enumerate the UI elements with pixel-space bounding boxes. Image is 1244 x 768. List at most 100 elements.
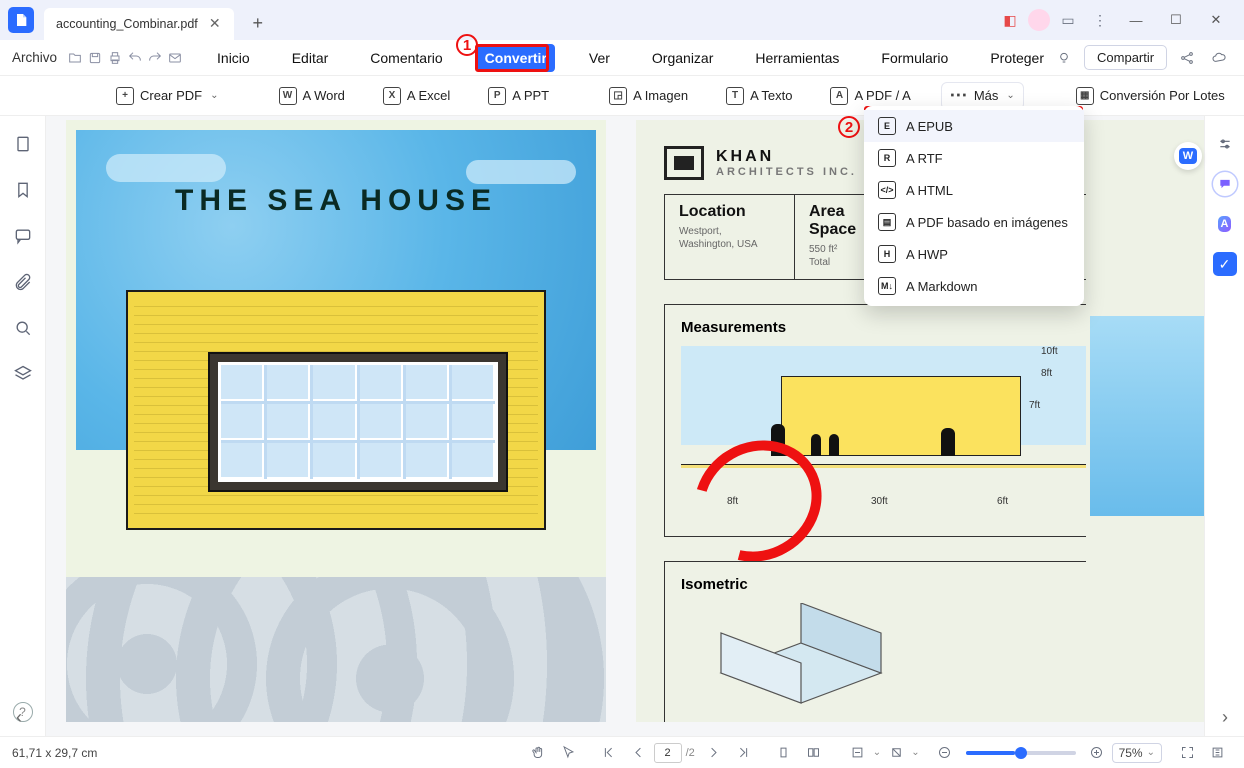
tab-comentario[interactable]: Comentario	[362, 44, 450, 72]
comment-icon[interactable]: ▭	[1054, 6, 1082, 34]
rotate-icon[interactable]	[883, 740, 909, 766]
tab-close-icon[interactable]: ✕	[208, 17, 222, 31]
controls-icon[interactable]	[1213, 132, 1237, 156]
page-2-continued: 10ft	[1086, 120, 1204, 722]
dd-html-label: A HTML	[906, 183, 953, 198]
area-v1: 550 ft²	[809, 244, 837, 255]
brand-logo-icon	[664, 146, 704, 180]
select-tool-icon[interactable]	[556, 740, 582, 766]
dd-markdown[interactable]: M↓ A Markdown	[864, 270, 1084, 302]
zoom-out-icon[interactable]	[932, 740, 958, 766]
to-word-button[interactable]: W A Word	[271, 83, 353, 109]
prev-page-chevron[interactable]: ‹	[8, 706, 30, 728]
expand-icon[interactable]	[1239, 46, 1244, 70]
chevron-down-icon: ⌄	[1006, 90, 1014, 101]
zoom-select[interactable]: 75% ⌄	[1112, 743, 1162, 763]
dd-html[interactable]: </> A HTML	[864, 174, 1084, 206]
window-minimize[interactable]: —	[1116, 6, 1156, 34]
batch-convert-button[interactable]: ▦ Conversión Por Lotes	[1068, 83, 1233, 109]
dd-pdfimg[interactable]: ▤ A PDF basado en imágenes	[864, 206, 1084, 238]
page-input[interactable]	[654, 743, 682, 763]
fit-width-icon[interactable]	[845, 740, 871, 766]
brand-subtitle: ARCHITECTS INC.	[716, 166, 857, 178]
to-text-button[interactable]: T A Texto	[718, 83, 800, 109]
read-mode-icon[interactable]	[1204, 740, 1230, 766]
new-tab-button[interactable]: +	[244, 9, 272, 37]
tab-proteger[interactable]: Proteger	[982, 44, 1052, 72]
cloud-icon[interactable]	[1207, 46, 1231, 70]
text-icon: T	[726, 87, 744, 105]
check-icon[interactable]: ✓	[1213, 252, 1237, 276]
lightbulb-icon[interactable]	[1052, 46, 1076, 70]
to-excel-label: A Excel	[407, 88, 450, 103]
pdfa-icon: A	[830, 87, 848, 105]
to-pdfa-button[interactable]: A A PDF / A	[822, 83, 918, 109]
dd-epub[interactable]: E A EPUB	[864, 110, 1084, 142]
attachments-icon[interactable]	[13, 272, 33, 292]
prev-page-icon[interactable]	[626, 740, 652, 766]
to-excel-button[interactable]: X A Excel	[375, 83, 458, 109]
tab-editar[interactable]: Editar	[284, 44, 337, 72]
email-icon[interactable]	[167, 45, 183, 71]
last-page-icon[interactable]	[731, 740, 757, 766]
dim-6ft: 6ft	[997, 496, 1008, 507]
to-image-label: A Imagen	[633, 88, 688, 103]
ai-icon[interactable]: A	[1213, 212, 1237, 236]
thumbnails-icon[interactable]	[13, 134, 33, 154]
user-avatar-icon[interactable]	[1028, 9, 1050, 31]
word-float-badge[interactable]: W	[1174, 142, 1202, 170]
to-image-button[interactable]: ◲ A Imagen	[601, 83, 696, 109]
document-tab[interactable]: accounting_Combinar.pdf ✕	[44, 8, 234, 40]
more-dots-icon: ⋯	[950, 87, 968, 105]
tab-inicio[interactable]: Inicio	[209, 44, 258, 72]
bookmarks-icon[interactable]	[13, 180, 33, 200]
tab-convertir[interactable]: Convertir	[477, 44, 555, 72]
zoom-in-icon[interactable]	[1084, 740, 1110, 766]
share-button[interactable]: Compartir	[1084, 45, 1167, 70]
create-pdf-button[interactable]: + Crear PDF ⌄	[108, 83, 227, 109]
tab-ver[interactable]: Ver	[581, 44, 618, 72]
to-ppt-button[interactable]: P A PPT	[480, 83, 557, 109]
menubar: Archivo Inicio Editar Comentario Convert…	[0, 40, 1244, 76]
fullscreen-icon[interactable]	[1174, 740, 1200, 766]
layers-icon[interactable]	[13, 364, 33, 384]
comments-icon[interactable]	[13, 226, 33, 246]
share-nodes-icon[interactable]	[1175, 46, 1199, 70]
print-icon[interactable]	[107, 45, 123, 71]
hand-tool-icon[interactable]	[526, 740, 552, 766]
more-vertical-icon[interactable]: ⋮	[1086, 6, 1114, 34]
to-word-label: A Word	[303, 88, 345, 103]
dd-pdfimg-label: A PDF basado en imágenes	[906, 215, 1068, 230]
coords-label: 61,71 x 29,7 cm	[12, 746, 97, 760]
chat-icon[interactable]	[1213, 172, 1237, 196]
tab-formulario[interactable]: Formulario	[873, 44, 956, 72]
two-page-icon[interactable]	[801, 740, 827, 766]
dd-hwp[interactable]: H A HWP	[864, 238, 1084, 270]
right-sidebar: A ✓	[1204, 116, 1244, 736]
chevron-down-icon: ⌄	[210, 90, 218, 101]
batch-convert-label: Conversión Por Lotes	[1100, 88, 1225, 103]
pdf-icon[interactable]: ◧	[996, 6, 1024, 34]
window-close[interactable]: ✕	[1196, 6, 1236, 34]
location-title: Location	[679, 203, 780, 221]
open-icon[interactable]	[67, 45, 83, 71]
next-page-chevron[interactable]: ›	[1214, 706, 1236, 728]
left-sidebar: ?	[0, 116, 46, 736]
menu-file[interactable]: Archivo	[10, 50, 65, 65]
save-icon[interactable]	[87, 45, 103, 71]
tab-organizar[interactable]: Organizar	[644, 44, 721, 72]
window-maximize[interactable]: ☐	[1156, 6, 1196, 34]
undo-icon[interactable]	[127, 45, 143, 71]
next-page-icon[interactable]	[701, 740, 727, 766]
dd-rtf[interactable]: R A RTF	[864, 142, 1084, 174]
zoom-slider[interactable]	[966, 751, 1076, 755]
page-1: THE SEA HOUSE	[66, 120, 606, 722]
excel-icon: X	[383, 87, 401, 105]
to-text-label: A Texto	[750, 88, 792, 103]
redo-icon[interactable]	[147, 45, 163, 71]
tab-herramientas[interactable]: Herramientas	[747, 44, 847, 72]
search-icon[interactable]	[13, 318, 33, 338]
first-page-icon[interactable]	[596, 740, 622, 766]
page1-house	[126, 290, 546, 590]
single-page-icon[interactable]	[771, 740, 797, 766]
